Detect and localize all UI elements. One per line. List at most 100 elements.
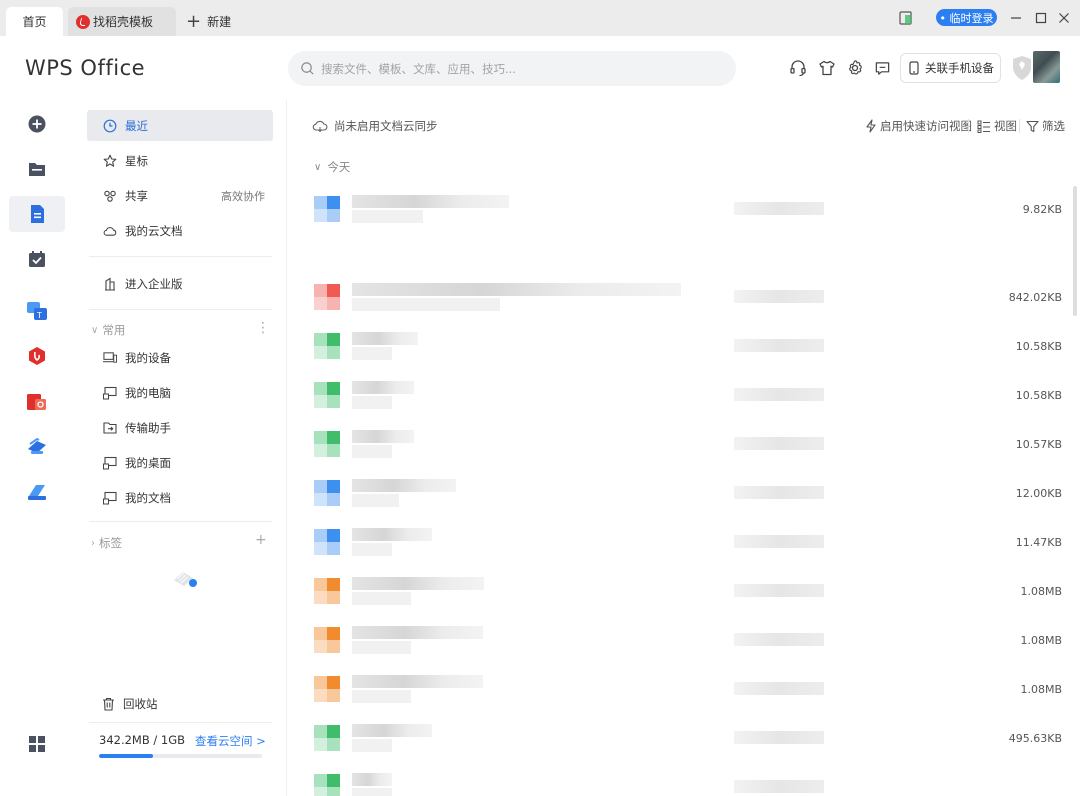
nav-recent[interactable]: 最近 <box>87 110 273 141</box>
file-row[interactable]: 1.08MB <box>288 617 1066 666</box>
window-switch-icon <box>899 11 912 25</box>
file-row[interactable]: 12.00KB <box>288 470 1066 519</box>
file-location-redacted <box>734 584 824 597</box>
tab-daoke-templates[interactable]: 找稻壳模板 <box>68 7 176 36</box>
plus-icon: + <box>186 10 202 32</box>
file-type-icon <box>314 578 340 604</box>
file-path-redacted <box>352 739 392 752</box>
file-path-redacted <box>352 445 392 458</box>
file-path-redacted <box>352 592 411 605</box>
rail-translate-app[interactable]: T <box>9 293 65 329</box>
link-phone-device-button[interactable]: 关联手机设备 <box>900 53 1001 83</box>
file-size: 12.00KB <box>1015 487 1062 500</box>
desktop-icon <box>103 456 117 470</box>
new-tab-button[interactable]: + 新建 <box>186 7 231 36</box>
window-switch-button[interactable] <box>898 8 914 28</box>
settings-button[interactable] <box>845 58 865 78</box>
view-label: 视图 <box>994 119 1017 133</box>
cloud-icon <box>103 224 117 238</box>
rail-folder-button[interactable] <box>9 151 65 187</box>
nav-cloud-docs[interactable]: 我的云文档 <box>87 215 273 246</box>
shared-collab-tag: 高效协作 <box>221 189 265 203</box>
chat-icon <box>875 61 889 75</box>
file-row[interactable]: 495.63KB <box>288 715 1066 764</box>
nav-transfer-assistant[interactable]: 传输助手 <box>87 412 273 443</box>
view-button[interactable]: 视图 <box>977 118 1017 134</box>
file-path-redacted <box>352 347 392 360</box>
file-location-redacted <box>734 535 824 548</box>
add-tag-icon[interactable]: + <box>255 532 267 548</box>
rail-tasks-button[interactable] <box>9 241 65 277</box>
file-row[interactable]: 10.57KB <box>288 421 1066 470</box>
nav-shared[interactable]: 共享 高效协作 <box>87 180 273 211</box>
rail-meeting-app[interactable] <box>9 429 65 465</box>
file-path-redacted <box>352 543 392 556</box>
document-icon <box>31 205 44 223</box>
search-input[interactable] <box>321 61 701 76</box>
file-location-redacted <box>734 682 824 695</box>
file-type-icon <box>314 529 340 555</box>
file-size: 842.02KB <box>1008 291 1062 304</box>
file-size: 10.57KB <box>1015 438 1062 451</box>
meeting-app-icon <box>28 437 46 454</box>
file-row[interactable]: 11.47KB <box>288 519 1066 568</box>
tags-section-header[interactable]: › 标签 <box>91 535 122 551</box>
file-location-redacted <box>734 339 824 352</box>
cloud-sync-status[interactable]: 尚未启用文档云同步 <box>312 118 438 134</box>
rail-daoke-app[interactable] <box>9 338 65 374</box>
nav-cloud-docs-label: 我的云文档 <box>125 223 183 238</box>
file-row[interactable]: 1.08MB <box>288 568 1066 617</box>
file-path-redacted <box>352 396 392 409</box>
file-list-scrollbar[interactable] <box>1073 186 1077 316</box>
file-type-icon <box>314 774 340 796</box>
file-path-redacted <box>352 298 500 311</box>
nav-my-documents[interactable]: 我的文档 <box>87 482 273 513</box>
tab-home[interactable]: 首页 <box>6 7 63 36</box>
temporary-login-button[interactable]: • 临时登录 <box>936 9 997 26</box>
file-row[interactable]: 10.58KB <box>288 323 1066 372</box>
file-row[interactable]: 842.02KB <box>288 274 1066 323</box>
more-options-icon[interactable]: ⋮ <box>256 320 270 336</box>
file-name-redacted <box>352 724 432 737</box>
rail-documents-button[interactable] <box>9 196 65 232</box>
lightning-icon <box>866 119 876 133</box>
file-location-redacted <box>734 388 824 401</box>
apps-grid-icon <box>29 736 45 752</box>
nav-my-desktop[interactable]: 我的桌面 <box>87 447 273 478</box>
rail-notes-app[interactable] <box>9 474 65 510</box>
minimize-button[interactable] <box>1009 8 1023 28</box>
filter-button[interactable]: 筛选 <box>1026 118 1065 134</box>
rail-pdf-app[interactable] <box>9 384 65 420</box>
nav-my-computer[interactable]: 我的电脑 <box>87 377 273 408</box>
quick-access-view-button[interactable]: 启用快速访问视图 <box>865 118 972 134</box>
rail-new-button[interactable] <box>9 106 65 142</box>
daoke-logo-icon <box>76 14 90 29</box>
maximize-button[interactable] <box>1034 8 1048 28</box>
phone-device-label: 关联手机设备 <box>925 61 994 75</box>
file-row[interactable] <box>288 764 1066 796</box>
file-row[interactable]: 10.58KB <box>288 372 1066 421</box>
shirt-icon <box>819 60 835 76</box>
common-section-header[interactable]: ∨ 常用 <box>91 322 125 338</box>
file-row[interactable]: 9.82KB <box>288 186 1066 235</box>
minimize-icon <box>1011 17 1021 19</box>
folder-icon <box>29 163 45 176</box>
rail-apps-button[interactable] <box>9 726 65 762</box>
group-today-header[interactable]: ∨ 今天 <box>314 159 350 175</box>
nav-my-devices[interactable]: 我的设备 <box>87 342 273 373</box>
file-type-icon <box>314 431 340 457</box>
file-row[interactable]: 1.08MB <box>288 666 1066 715</box>
skin-button[interactable] <box>817 58 837 78</box>
customer-service-button[interactable] <box>788 58 808 78</box>
chevron-down-icon: ∨ <box>91 324 99 336</box>
search-bar[interactable] <box>288 51 736 86</box>
close-button[interactable] <box>1057 8 1071 28</box>
nav-recycle-bin[interactable]: 回收站 <box>85 688 271 719</box>
file-size: 1.08MB <box>1020 634 1062 647</box>
file-name-redacted <box>352 528 432 541</box>
view-cloud-space-link[interactable]: 查看云空间 > <box>195 733 266 749</box>
user-avatar[interactable] <box>1033 51 1060 83</box>
messages-button[interactable] <box>872 58 892 78</box>
nav-starred[interactable]: 星标 <box>87 145 273 176</box>
nav-enterprise[interactable]: 进入企业版 <box>87 268 273 299</box>
